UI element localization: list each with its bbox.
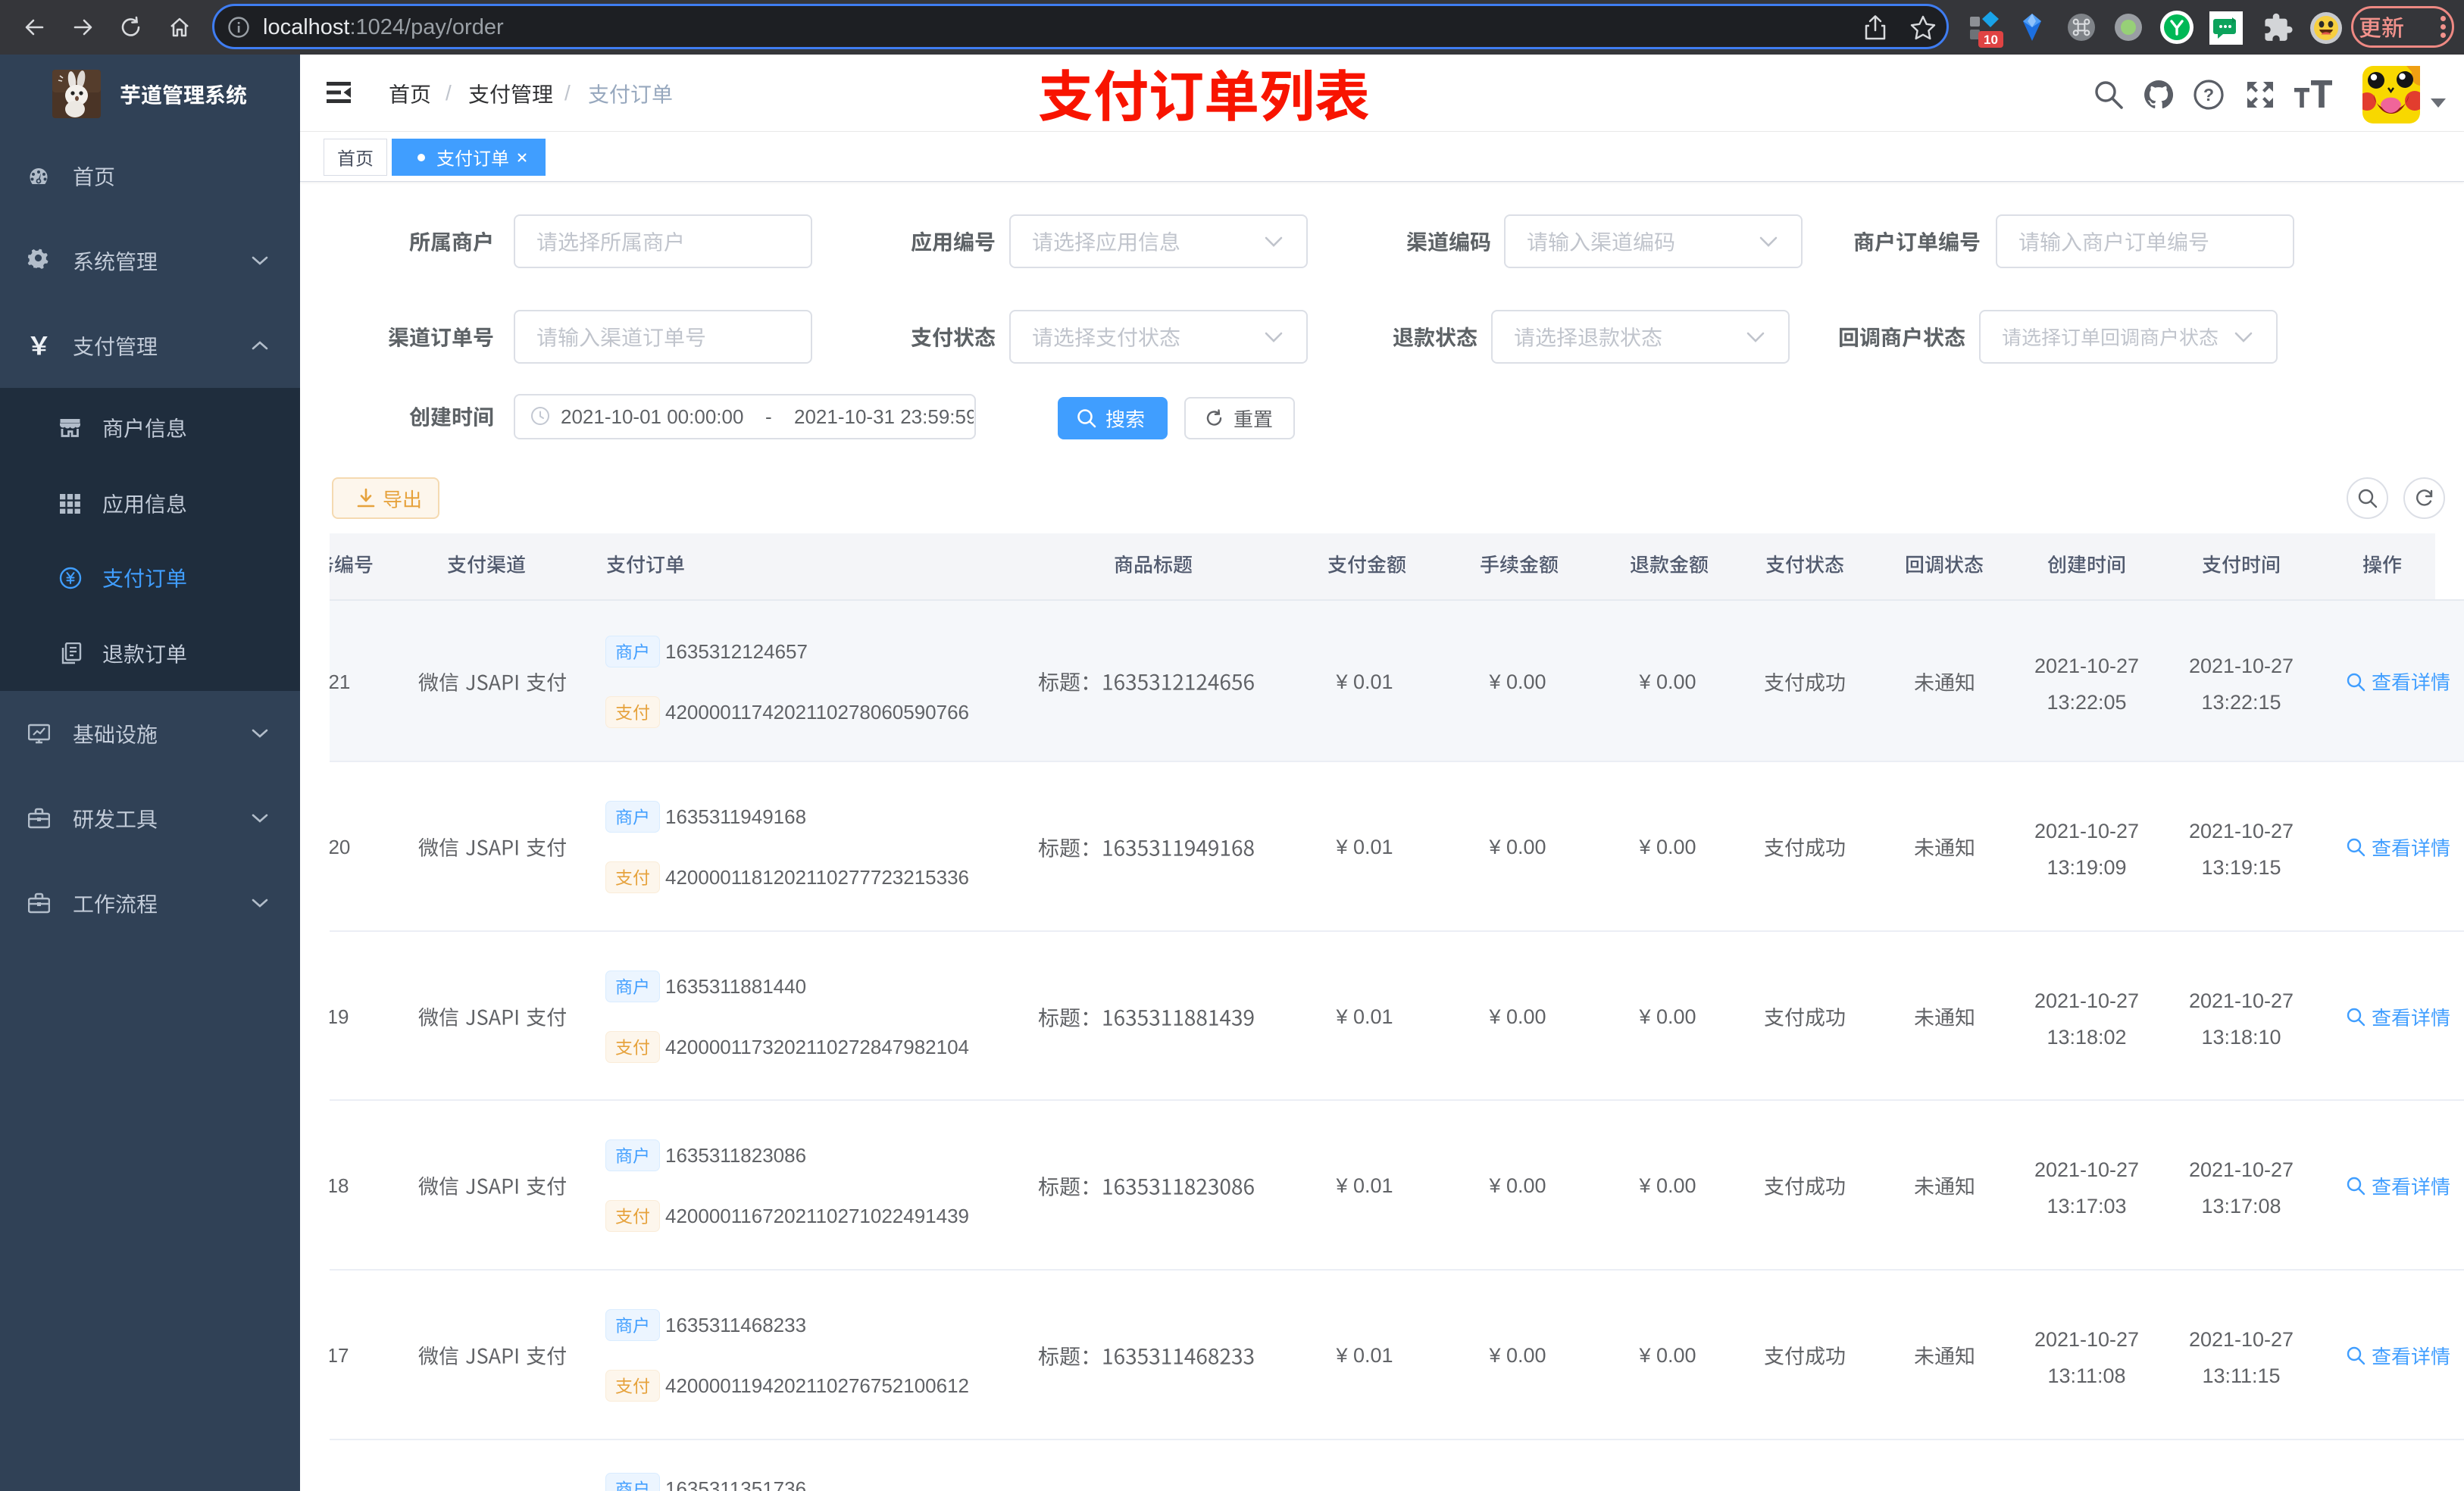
svg-text:?: ?	[2203, 85, 2214, 105]
svg-text:10: 10	[1984, 33, 1998, 47]
